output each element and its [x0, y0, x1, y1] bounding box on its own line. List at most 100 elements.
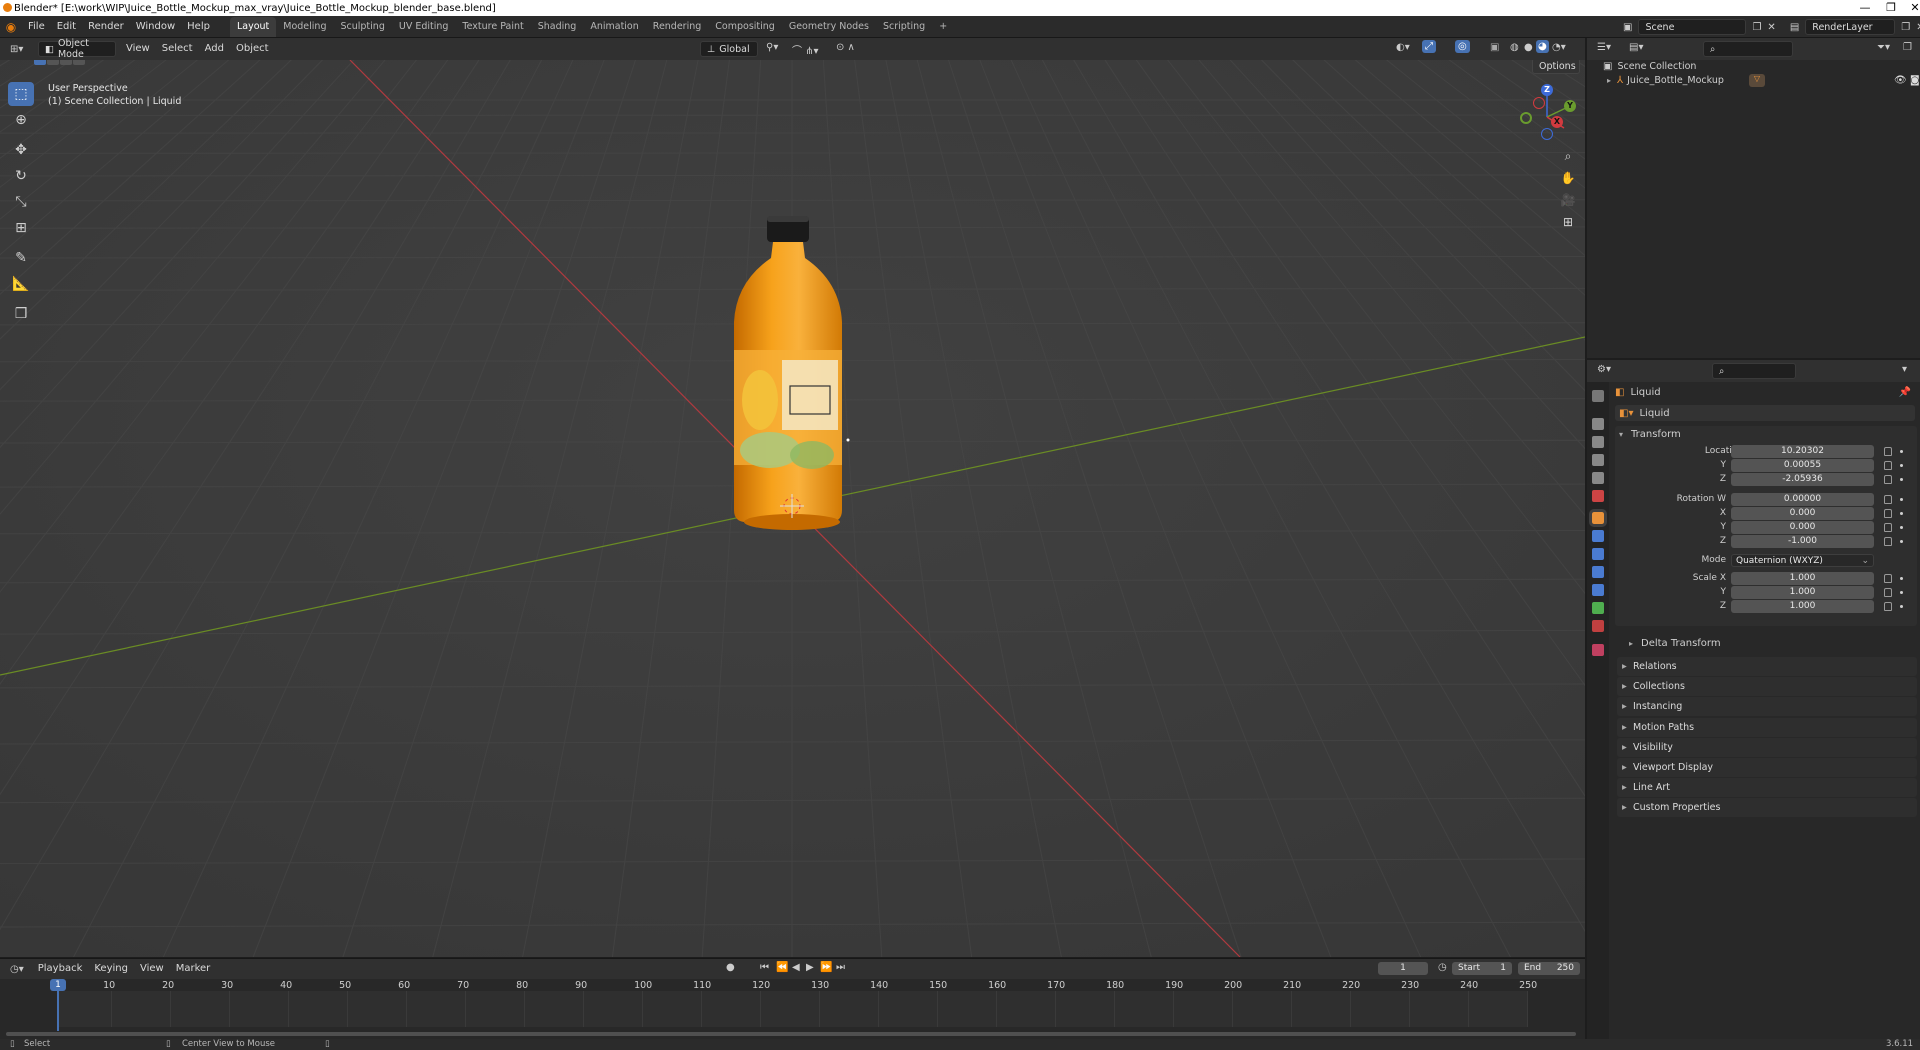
texture-tab-icon[interactable] [1592, 644, 1604, 656]
select-intersect-icon[interactable] [73, 60, 85, 65]
workspace-tab-rendering[interactable]: Rendering [646, 17, 709, 37]
zoom-icon[interactable]: ⌕ [1557, 145, 1579, 167]
workspace-tab-layout[interactable]: Layout [229, 17, 277, 37]
gizmo-neg-z-axis[interactable] [1541, 128, 1553, 140]
gizmo-neg-x-axis[interactable] [1533, 97, 1545, 109]
delete-scene-icon[interactable]: ✕ [1767, 22, 1775, 33]
menu-window[interactable]: Window [130, 16, 181, 38]
physics-tab-icon[interactable] [1592, 566, 1604, 578]
rendered-shading-icon[interactable]: ◔▾ [1552, 42, 1566, 53]
annotate-tool-icon[interactable]: ✎ [8, 246, 34, 270]
particles-tab-icon[interactable] [1592, 548, 1604, 560]
properties-options-icon[interactable]: ▾ [1902, 364, 1907, 375]
material-tab-icon[interactable] [1592, 620, 1604, 632]
location-x-field[interactable]: 10.20302 [1731, 445, 1874, 458]
move-tool-icon[interactable]: ✥ [8, 138, 34, 162]
menu-render[interactable]: Render [82, 16, 130, 38]
scene-tab-icon[interactable] [1592, 472, 1604, 484]
panel-visibility[interactable]: ▸ Visibility [1617, 737, 1917, 757]
keyframe-dot-icon[interactable] [1900, 526, 1903, 529]
scale-y-field[interactable]: 1.000 [1731, 586, 1874, 599]
perspective-toggle-icon[interactable]: ⊞ [1557, 211, 1579, 233]
gizmo-y-axis[interactable]: Y [1564, 100, 1576, 112]
workspace-tab-geometry-nodes[interactable]: Geometry Nodes [782, 17, 876, 37]
workspace-tab-sculpting[interactable]: Sculpting [333, 17, 391, 37]
rotate-tool-icon[interactable]: ↻ [8, 164, 34, 188]
end-frame-field[interactable]: End 250 [1518, 962, 1580, 975]
new-view-layer-icon[interactable]: ❐ [1901, 22, 1910, 33]
viewport-menu-view[interactable]: View [120, 38, 156, 60]
scale-tool-icon[interactable]: ⤡ [8, 190, 34, 214]
pivot-icon[interactable]: ⚲▾ [766, 42, 778, 53]
lock-icon[interactable] [1884, 588, 1892, 597]
lock-icon[interactable] [1884, 602, 1892, 611]
visibility-icon[interactable]: ◐▾ [1396, 42, 1410, 53]
menu-file[interactable]: File [22, 16, 51, 38]
next-keyframe-icon[interactable]: ⏩ [820, 962, 832, 973]
menu-edit[interactable]: Edit [51, 16, 82, 38]
proportional-editing-icon[interactable]: ⊙ ∧ [836, 42, 855, 53]
display-mode-icon[interactable]: ▤▾ [1629, 42, 1643, 53]
keyframe-dot-icon[interactable] [1900, 605, 1903, 608]
lock-icon[interactable] [1884, 475, 1892, 484]
data-tab-icon[interactable] [1592, 602, 1604, 614]
lock-icon[interactable] [1884, 495, 1892, 504]
workspace-tab-modeling[interactable]: Modeling [276, 17, 333, 37]
pin-icon[interactable]: 📌 [1899, 387, 1911, 398]
timeline-editor-type-icon[interactable]: ◷▾ [10, 964, 24, 975]
tool-tab-icon[interactable] [1592, 390, 1604, 402]
selection-mode-buttons[interactable] [34, 60, 85, 65]
overlay-toggle-icon[interactable]: ◎ [1455, 40, 1470, 53]
keyframe-dot-icon[interactable] [1900, 512, 1903, 515]
current-frame-field[interactable]: 1 [1378, 962, 1428, 975]
workspace-tab-texture-paint[interactable]: Texture Paint [455, 17, 530, 37]
timeline-menu-keying[interactable]: Keying [88, 958, 134, 980]
mode-selector[interactable]: ◧ Object Mode [38, 38, 116, 60]
modifier-tab-icon[interactable] [1592, 530, 1604, 542]
delta-transform-subpanel[interactable]: ▸ Delta Transform [1627, 636, 1917, 652]
close-button[interactable]: ✕ [1900, 0, 1920, 16]
rotation-x-field[interactable]: 0.000 [1731, 507, 1874, 520]
cursor-tool-icon[interactable]: ⊕ [8, 108, 34, 132]
rotation-y-field[interactable]: 0.000 [1731, 521, 1874, 534]
lock-icon[interactable] [1884, 461, 1892, 470]
lock-icon[interactable] [1884, 447, 1892, 456]
rotation-mode-dropdown[interactable]: Quaternion (WXYZ) ⌄ [1731, 554, 1874, 567]
keyframe-dot-icon[interactable] [1900, 450, 1903, 453]
lock-icon[interactable] [1884, 537, 1892, 546]
visibility-eye-icon[interactable]: 👁 [1894, 75, 1907, 86]
rotation-w-field[interactable]: 0.00000 [1731, 493, 1874, 506]
timeline-ruler[interactable]: 10 20 30 40 50 60 70 80 90 100 110 120 130 140 150 160 1… [0, 979, 1585, 1040]
location-z-field[interactable]: -2.05936 [1731, 473, 1874, 486]
expand-chevron-icon[interactable]: ▸ [1607, 76, 1611, 85]
constraints-tab-icon[interactable] [1592, 584, 1604, 596]
keyframe-dot-icon[interactable] [1900, 478, 1903, 481]
gizmo-toggle-icon[interactable]: ⤢ [1422, 40, 1436, 53]
lock-icon[interactable] [1884, 509, 1892, 518]
panel-instancing[interactable]: ▸ Instancing [1617, 697, 1917, 717]
jump-start-icon[interactable]: ⏮ [760, 962, 769, 973]
preview-range-icon[interactable]: ◷ [1438, 962, 1447, 973]
timeline-scrollbar[interactable] [6, 1032, 1576, 1036]
rotation-z-field[interactable]: -1.000 [1731, 535, 1874, 548]
panel-viewport-display[interactable]: ▸ Viewport Display [1617, 758, 1917, 777]
delete-view-layer-icon[interactable]: ✕ [1916, 22, 1920, 33]
menu-help[interactable]: Help [181, 16, 216, 38]
material-shading-icon[interactable]: ◕ [1536, 40, 1549, 53]
gizmo-z-axis[interactable]: Z [1541, 84, 1553, 96]
start-frame-field[interactable]: Start 1 [1452, 962, 1512, 975]
workspace-tab-animation[interactable]: Animation [583, 17, 645, 37]
transform-orientation-selector[interactable]: ⊥ Global [700, 41, 758, 57]
scene-selector[interactable]: Scene [1638, 19, 1747, 35]
properties-search-input[interactable]: ⌕ [1712, 363, 1796, 379]
view-layer-selector[interactable]: RenderLayer [1805, 19, 1896, 35]
prev-keyframe-icon[interactable]: ⏪ [776, 962, 788, 973]
viewport-menu-add[interactable]: Add [199, 38, 230, 60]
keyframe-dot-icon[interactable] [1900, 591, 1903, 594]
panel-line-art[interactable]: ▸ Line Art [1617, 778, 1917, 798]
blender-menu-icon[interactable]: ◉ [0, 20, 22, 34]
wireframe-shading-icon[interactable]: ◍ [1510, 42, 1519, 53]
workspace-tab-shading[interactable]: Shading [531, 17, 584, 37]
scale-z-field[interactable]: 1.000 [1731, 600, 1874, 613]
options-button[interactable]: Options [1532, 60, 1580, 74]
